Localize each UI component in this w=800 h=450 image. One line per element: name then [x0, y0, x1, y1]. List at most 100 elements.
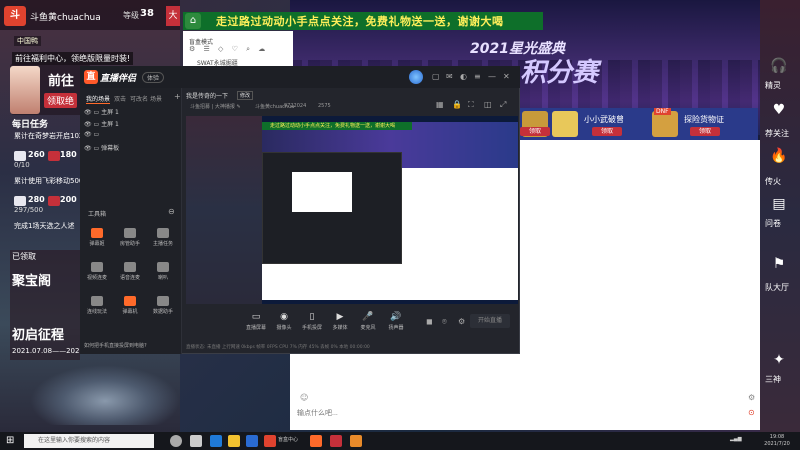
- team-icon[interactable]: ⚑: [768, 256, 790, 276]
- collapse-icon[interactable]: ⊖: [168, 207, 175, 216]
- record-app-icon[interactable]: [330, 435, 342, 447]
- tool-video-link[interactable]: 视频连麦: [82, 262, 112, 288]
- right-menu-label[interactable]: 传火: [765, 176, 781, 187]
- game-app-icon[interactable]: [350, 435, 362, 447]
- preview-nested-content: [292, 172, 352, 212]
- reward-3-claim-button[interactable]: 领取: [690, 127, 720, 136]
- chuqi-title[interactable]: 初启征程: [12, 324, 64, 343]
- streamer-app-icon[interactable]: [310, 435, 322, 447]
- taskbar-app-label[interactable]: 盲盒中心: [278, 436, 298, 443]
- document-icon[interactable]: ▤: [768, 196, 790, 216]
- layout-icon[interactable]: ▦: [436, 100, 444, 109]
- ticket-icon: [14, 151, 26, 161]
- reward-3-name: 探险货物证: [684, 115, 724, 124]
- app-version-badge[interactable]: 体验: [142, 72, 165, 83]
- user-avatar[interactable]: [409, 70, 423, 84]
- crop-icon[interactable]: ⛶: [468, 100, 474, 110]
- tool-speaker[interactable]: 喇叭: [148, 262, 178, 288]
- tab-my-scene[interactable]: 我的场景: [86, 94, 111, 104]
- app-status-bar: 直播状态: 未直播 上行网速 0kbps 帧率 0FPS CPU 7% 内存 4…: [186, 345, 370, 350]
- right-menu-label[interactable]: 问卷: [765, 218, 781, 229]
- edge-icon[interactable]: [210, 435, 222, 447]
- settings-icon[interactable]: ⚙: [748, 393, 755, 402]
- tool-connect-play[interactable]: 连线玩法: [82, 296, 112, 322]
- app-icon[interactable]: [246, 435, 258, 447]
- reward-2-icon[interactable]: [552, 111, 578, 137]
- reward-2-name: 小小武破曾: [584, 115, 624, 124]
- source-item[interactable]: 👁 ▭: [84, 131, 99, 138]
- tab-rename[interactable]: 可改名: [130, 94, 148, 103]
- task-icon: [157, 228, 169, 238]
- admin-icon: [124, 228, 136, 238]
- headset-icon[interactable]: 🎧: [768, 58, 790, 78]
- speaker-button[interactable]: 🔊 扬声器: [376, 312, 416, 331]
- screenshot-icon[interactable]: ◫: [484, 100, 492, 109]
- voice-link-icon: [124, 262, 136, 272]
- close-icon[interactable]: ✕: [503, 72, 510, 81]
- edit-title-button[interactable]: 修改: [237, 91, 254, 100]
- chat-input[interactable]: [297, 407, 737, 419]
- record-icon[interactable]: ◼: [426, 317, 433, 326]
- lock-icon[interactable]: 🔒: [452, 100, 462, 109]
- event-main-title: 积分赛: [520, 58, 599, 88]
- menu-icon[interactable]: ≡: [474, 72, 481, 81]
- cast-icon[interactable]: ⌾: [442, 317, 447, 327]
- help-link[interactable]: 如何把手机直接投屏到电脑?: [84, 342, 147, 349]
- start-live-button[interactable]: 开始直播: [470, 314, 510, 328]
- message-icon[interactable]: ▢: [432, 72, 440, 81]
- task-view-icon[interactable]: [190, 435, 202, 447]
- folder-icon[interactable]: [228, 435, 240, 447]
- right-menu-label[interactable]: 精灵: [765, 80, 781, 91]
- tab-double-click[interactable]: 双击: [114, 94, 126, 103]
- big-badge[interactable]: 大: [166, 6, 180, 26]
- tab-scene[interactable]: 场景: [150, 94, 162, 103]
- stream-category[interactable]: 斗鱼招募 | 大神播报 ✎: [190, 103, 241, 110]
- network-icon[interactable]: ▂▄▆: [730, 436, 742, 442]
- tool-data-assistant[interactable]: 数据助手: [148, 296, 178, 322]
- heart-icon[interactable]: ♥: [768, 102, 790, 122]
- side-panel-icons[interactable]: ⚙ ☰ ◇ ♡ ⌕ ☁: [189, 45, 268, 54]
- add-scene-icon[interactable]: +: [174, 92, 181, 101]
- tool-host-task[interactable]: 主播任务: [148, 228, 178, 254]
- source-item[interactable]: 👁 ▭ 弹幕板: [84, 143, 119, 152]
- mail-icon[interactable]: ✉: [446, 72, 453, 81]
- tool-danmaku-machine[interactable]: 弹幕机: [115, 296, 145, 322]
- douyu-logo-icon[interactable]: 斗: [4, 6, 26, 26]
- danmaku-machine-icon: [124, 296, 136, 306]
- windows-start-icon[interactable]: ⊞: [6, 435, 18, 447]
- reward-1-claim-button[interactable]: 领取: [520, 127, 550, 136]
- source-item[interactable]: 👁 ▭ 主屏 1: [84, 119, 119, 128]
- minimize-icon[interactable]: —: [488, 72, 496, 81]
- tool-danmaku[interactable]: 弹幕姬: [82, 228, 112, 254]
- right-menu-label[interactable]: 荐关注: [765, 128, 789, 139]
- taskbar-search-input[interactable]: 在这里输入你要搜索的内容: [24, 434, 154, 448]
- fire-icon[interactable]: 🔥: [768, 148, 790, 168]
- god-icon[interactable]: ✦: [768, 352, 790, 372]
- source-item[interactable]: 👁 ▭ 主屏 1: [84, 107, 119, 116]
- stream-heat: 2575: [318, 103, 331, 109]
- task-1-reward-a: 260: [28, 150, 45, 159]
- jubao-ge-title[interactable]: 聚宝阁: [12, 270, 51, 289]
- task-2-reward-a: 280: [28, 195, 45, 204]
- app-name: 直播伴侣: [100, 74, 137, 84]
- emoji-icon[interactable]: ☺: [300, 393, 308, 402]
- send-icon[interactable]: ⊙: [748, 408, 755, 417]
- skin-icon[interactable]: ◐: [460, 72, 467, 81]
- douyu-taskbar-icon[interactable]: [264, 435, 276, 447]
- taskbar-clock[interactable]: 19:08 2021/7/20: [760, 434, 794, 448]
- home-icon[interactable]: ⌂: [185, 13, 201, 29]
- tool-room-admin[interactable]: 房管助手: [115, 228, 145, 254]
- streamer-name[interactable]: 斗鱼黄chuachua: [30, 10, 101, 23]
- connect-icon: [91, 296, 103, 306]
- gear-icon[interactable]: ⚙: [458, 317, 465, 326]
- gift-icon: [48, 151, 60, 161]
- task-3-text: 完成1场天选之人述: [14, 222, 75, 230]
- fullscreen-icon[interactable]: ⤢: [500, 100, 506, 110]
- cortana-icon[interactable]: [170, 435, 182, 447]
- right-menu-label[interactable]: 队大厅: [765, 282, 789, 293]
- reward-2-claim-button[interactable]: 领取: [592, 127, 622, 136]
- events-panel: [10, 250, 80, 360]
- tool-voice-link[interactable]: 语音连麦: [115, 262, 145, 288]
- right-menu-label[interactable]: 三神: [765, 374, 781, 385]
- promo-claim-button[interactable]: 领取绝: [44, 93, 78, 108]
